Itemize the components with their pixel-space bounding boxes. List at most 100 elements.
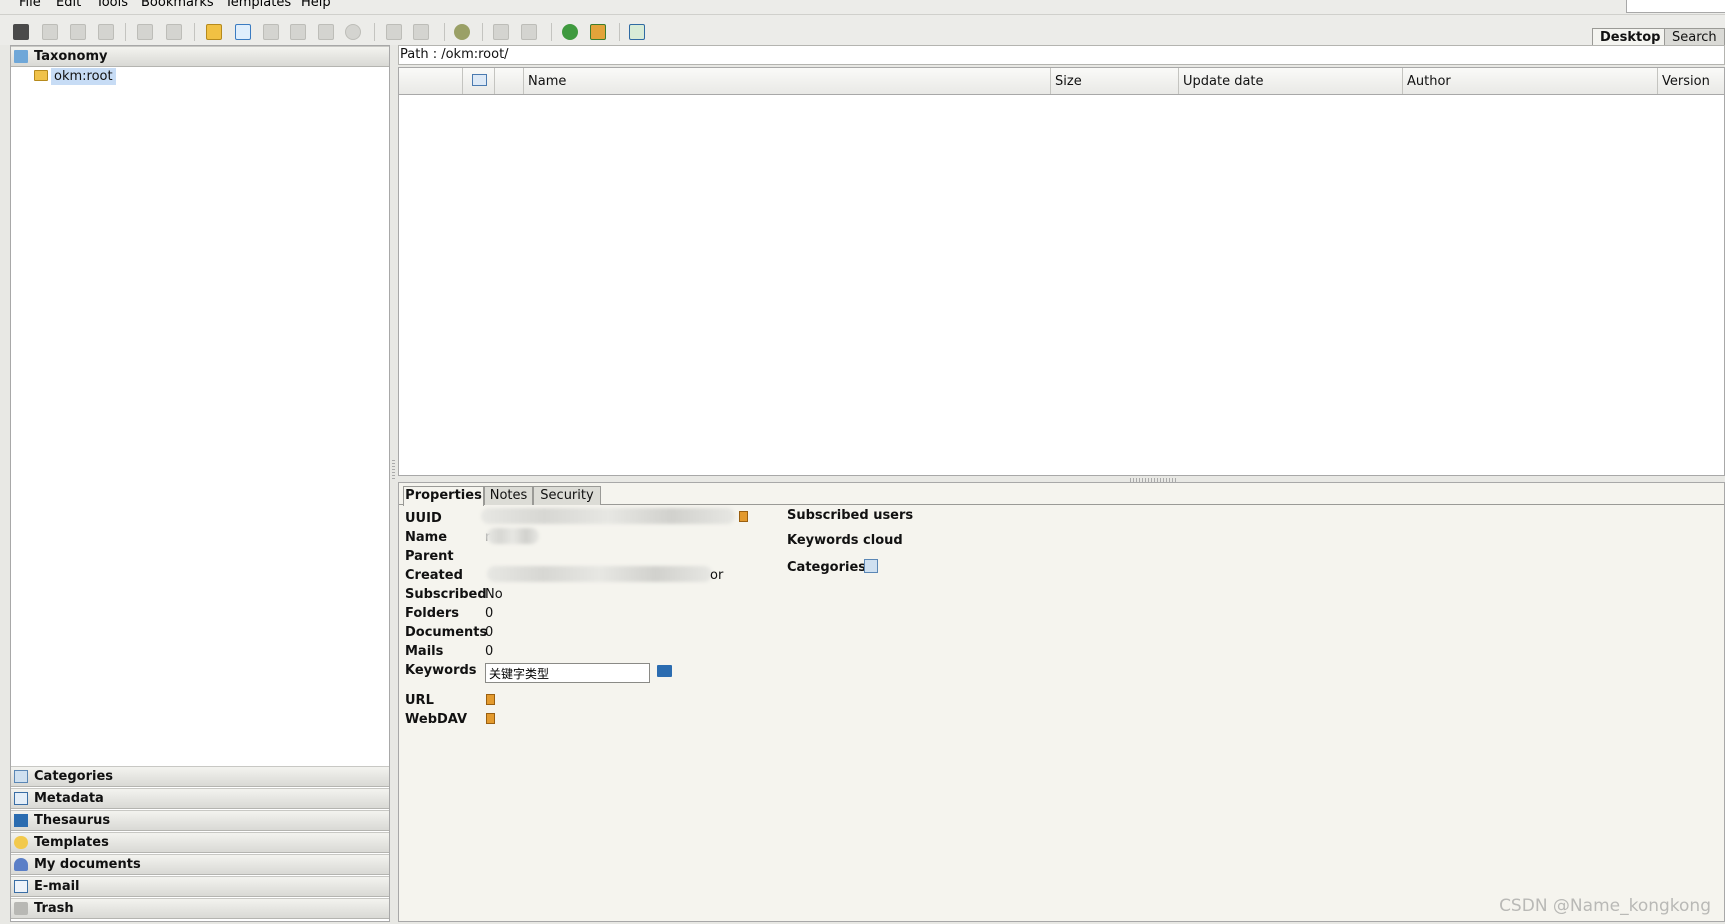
top-search-input[interactable] <box>1626 0 1725 13</box>
stack-header-my-documents[interactable]: My documents <box>11 854 389 875</box>
stack-header-label: Trash <box>34 901 74 916</box>
new-folder-icon[interactable] <box>206 24 222 40</box>
menu-tools[interactable]: Tools <box>96 0 128 10</box>
workflow-gear-icon[interactable] <box>454 24 470 40</box>
edit-categories-icon[interactable] <box>864 559 878 573</box>
checkin-icon[interactable] <box>318 24 334 40</box>
column-status[interactable] <box>494 68 523 94</box>
menu-bookmarks[interactable]: Bookmarks <box>141 0 214 10</box>
label-mails: Mails <box>405 644 444 659</box>
toolbar-separator <box>444 23 445 41</box>
toolbar-separator <box>551 23 552 41</box>
subscribe-icon[interactable] <box>137 24 153 40</box>
file-browser-table: Name Size Update date Author Version <box>398 67 1725 476</box>
stack-header-metadata[interactable]: Metadata <box>11 788 389 809</box>
tree-node-label: okm:root <box>51 68 116 85</box>
column-select-all[interactable] <box>462 68 494 94</box>
label-url: URL <box>405 693 434 708</box>
stack-header-label: Metadata <box>34 791 104 806</box>
toolbar-separator <box>482 23 483 41</box>
table-header: Name Size Update date Author Version <box>399 68 1724 95</box>
copy-url-icon[interactable] <box>486 694 495 705</box>
stack-header-templates[interactable]: Templates <box>11 832 389 853</box>
lock-document-icon[interactable] <box>42 24 58 40</box>
documents-value: 0 <box>485 625 494 640</box>
menu-help[interactable]: Help <box>301 0 331 10</box>
name-value-redacted <box>487 528 539 544</box>
label-parent: Parent <box>405 549 454 564</box>
categories-icon <box>14 770 28 783</box>
tab-properties[interactable]: Properties <box>403 486 484 506</box>
metadata-icon <box>14 792 28 805</box>
uuid-value-redacted <box>481 508 735 524</box>
watermark: CSDN @Name_kongkong <box>1499 896 1711 916</box>
stack-header-thesaurus[interactable]: Thesaurus <box>11 810 389 831</box>
add-document-icon[interactable] <box>235 24 251 40</box>
keywords-cloud-heading: Keywords cloud <box>787 533 903 548</box>
vertical-splitter-handle[interactable] <box>392 460 395 480</box>
tab-notes[interactable]: Notes <box>484 486 533 505</box>
unlock-document-icon[interactable] <box>70 24 86 40</box>
toolbar-separator <box>619 23 620 41</box>
tab-security[interactable]: Security <box>533 486 601 505</box>
label-documents: Documents <box>405 625 488 640</box>
label-uuid: UUID <box>405 511 442 526</box>
remove-property-group-icon[interactable] <box>413 24 429 40</box>
add-property-group-icon[interactable] <box>386 24 402 40</box>
properties-panel: Properties Notes Security UUID Name r Pa… <box>398 482 1725 922</box>
checkout-icon[interactable] <box>290 24 306 40</box>
remove-subscription-icon[interactable] <box>521 24 537 40</box>
trash-icon <box>14 902 28 915</box>
menu-bar: File Edit Tools Bookmarks Templates Help <box>0 0 1725 15</box>
taxonomy-tree-icon <box>14 50 28 63</box>
subscribed-users-heading: Subscribed users <box>787 508 914 523</box>
created-value-redacted <box>487 566 712 582</box>
copy-webdav-icon[interactable] <box>486 713 495 724</box>
gift-icon[interactable] <box>13 24 29 40</box>
stack-header-label: E-mail <box>34 879 80 894</box>
created-value-suffix: or <box>710 568 724 583</box>
keywords-input[interactable] <box>485 663 650 683</box>
stack-header-trash[interactable]: Trash <box>11 898 389 919</box>
cancel-checkout-icon[interactable] <box>345 24 361 40</box>
column-name[interactable]: Name <box>523 68 1050 94</box>
column-author[interactable]: Author <box>1402 68 1657 94</box>
edit-document-icon[interactable] <box>263 24 279 40</box>
unsubscribe-icon[interactable] <box>166 24 182 40</box>
tab-desktop[interactable]: Desktop <box>1592 28 1665 45</box>
stack-header-categories[interactable]: Categories <box>11 766 389 787</box>
scanner-icon[interactable] <box>629 24 645 40</box>
stack-header-label: My documents <box>34 857 141 872</box>
stack-header-taxonomy[interactable]: Taxonomy <box>11 46 389 67</box>
toolbar-separator <box>374 23 375 41</box>
categories-heading: Categories <box>787 560 867 575</box>
stack-header-label: Categories <box>34 769 114 784</box>
path-bar: Path : /okm:root/ <box>398 45 1725 65</box>
toolbar <box>0 15 1725 45</box>
label-name: Name <box>405 530 448 545</box>
menu-templates[interactable]: Templates <box>225 0 291 10</box>
menu-edit[interactable]: Edit <box>56 0 81 10</box>
label-keywords: Keywords <box>405 663 477 678</box>
home-icon[interactable] <box>590 24 606 40</box>
tab-search[interactable]: Search <box>1664 28 1725 45</box>
toolbar-separator <box>194 23 195 41</box>
column-size[interactable]: Size <box>1050 68 1178 94</box>
add-subscription-icon[interactable] <box>493 24 509 40</box>
folders-value: 0 <box>485 606 494 621</box>
label-subscribed: Subscribed <box>405 587 487 602</box>
stack-header-label: Thesaurus <box>34 813 111 828</box>
thesaurus-book-icon[interactable] <box>657 665 672 677</box>
label-created: Created <box>405 568 463 583</box>
user-icon <box>14 858 28 871</box>
label-webdav: WebDAV <box>405 712 468 727</box>
copy-uuid-icon[interactable] <box>739 511 748 522</box>
column-list-icon <box>472 74 487 86</box>
print-icon[interactable] <box>98 24 114 40</box>
column-version[interactable]: Version <box>1657 68 1724 94</box>
menu-file[interactable]: File <box>19 0 41 10</box>
stack-header-label: Taxonomy <box>34 49 108 64</box>
refresh-icon[interactable] <box>562 24 578 40</box>
stack-header-email[interactable]: E-mail <box>11 876 389 897</box>
column-update-date[interactable]: Update date <box>1178 68 1402 94</box>
